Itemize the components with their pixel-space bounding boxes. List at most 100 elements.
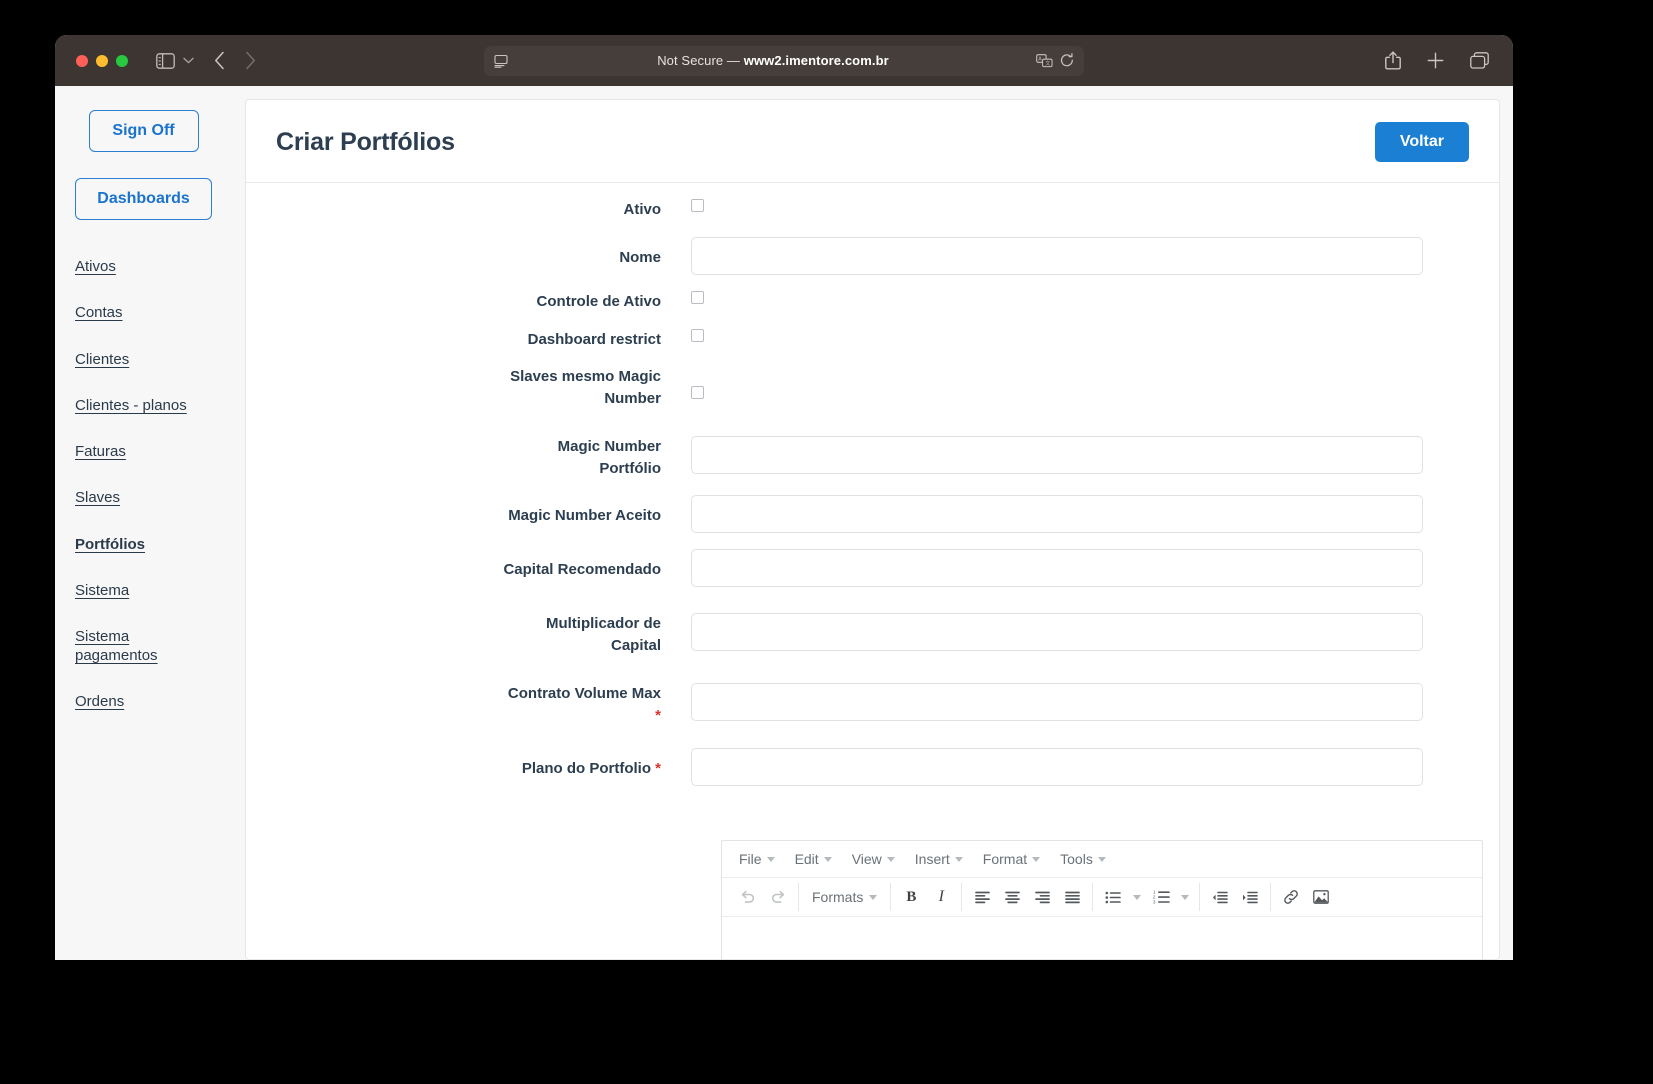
url-text: Not Secure — www2.imentore.com.br: [510, 53, 1036, 68]
editor-menu-tools[interactable]: Tools: [1051, 847, 1115, 871]
app-sidebar: Sign Off Dashboards Ativos Contas Client…: [55, 86, 232, 960]
editor-menu-file[interactable]: File: [730, 847, 784, 871]
sidebar-item-clientes-planos[interactable]: Clientes - planos: [75, 397, 212, 415]
form-row-plano-do-portfolio: Plano do Portfolio *: [246, 748, 1499, 787]
toolbar-group-style: B I: [891, 883, 963, 912]
checkbox-ativo[interactable]: [691, 199, 704, 212]
plus-icon[interactable]: [1427, 52, 1444, 69]
tab-overview-icon[interactable]: [1470, 52, 1489, 69]
address-bar[interactable]: Not Secure — www2.imentore.com.br A 文: [484, 45, 1084, 76]
bullet-list-dropdown[interactable]: [1128, 883, 1146, 911]
form-row-magic-number-aceito: Magic Number Aceito: [246, 495, 1499, 534]
bold-icon[interactable]: B: [896, 883, 926, 911]
bullet-list-icon[interactable]: [1098, 883, 1128, 911]
chevron-right-icon[interactable]: [245, 51, 256, 70]
link-icon[interactable]: [1276, 883, 1306, 911]
sidebar-item-clientes[interactable]: Clientes: [75, 351, 212, 369]
input-plano-do-portfolio[interactable]: [691, 748, 1423, 787]
outdent-icon[interactable]: [1205, 883, 1235, 911]
translate-icon[interactable]: A 文: [1036, 53, 1053, 68]
indent-icon[interactable]: [1235, 883, 1265, 911]
url-security-status: Not Secure —: [657, 53, 744, 68]
checkbox-dashboard-restrict[interactable]: [691, 328, 704, 342]
maximize-window-button[interactable]: [116, 54, 128, 67]
portfolio-form: Ativo Nome Controle de Ativo Dashboard r…: [246, 183, 1499, 959]
label-nome: Nome: [619, 248, 661, 266]
checkbox-slaves-mesmo-magic-number[interactable]: [691, 386, 704, 400]
dashboards-button[interactable]: Dashboards: [75, 178, 212, 220]
form-row-contrato-volume-max: Contrato Volume Max *: [246, 673, 1499, 727]
toolbar-group-history: [728, 883, 799, 912]
back-button[interactable]: Voltar: [1374, 122, 1469, 162]
editor-menu-format[interactable]: Format: [974, 847, 1049, 871]
form-row-magic-number-portfolio: Magic Number Portfólio: [246, 426, 1499, 480]
editor-menu-view[interactable]: View: [843, 847, 904, 871]
browser-titlebar: Not Secure — www2.imentore.com.br A 文: [55, 35, 1513, 86]
sidebar-item-sistema[interactable]: Sistema: [75, 582, 212, 600]
align-justify-icon[interactable]: [1057, 883, 1087, 911]
form-row-multiplicador-de-capital: Multiplicador de Capital: [246, 603, 1499, 657]
sidebar-item-faturas[interactable]: Faturas: [75, 443, 212, 461]
minimize-window-button[interactable]: [96, 54, 108, 67]
close-window-button[interactable]: [76, 54, 88, 67]
share-icon[interactable]: [1385, 51, 1401, 70]
sidebar-item-ativos[interactable]: Ativos: [75, 258, 212, 276]
image-icon[interactable]: [1306, 883, 1336, 911]
editor-menubar: File Edit View Insert Format Tools: [722, 841, 1482, 879]
label-magic-number-aceito: Magic Number Aceito: [508, 507, 661, 525]
form-row-dashboard-restrict: Dashboard restrict: [246, 328, 1499, 351]
input-magic-number-aceito[interactable]: [691, 495, 1423, 534]
numbered-list-icon[interactable]: 1 2 3: [1146, 883, 1176, 911]
formats-dropdown[interactable]: Formats: [804, 883, 885, 911]
input-nome[interactable]: [691, 236, 1423, 275]
italic-icon[interactable]: I: [926, 883, 956, 911]
sidebar-item-portfolios[interactable]: Portfólios: [75, 536, 212, 554]
main-content: Criar Portfólios Voltar Ativo Nome Contr…: [232, 86, 1513, 960]
input-multiplicador-de-capital[interactable]: [691, 613, 1423, 652]
chevron-left-icon[interactable]: [214, 51, 225, 70]
reload-icon[interactable]: [1060, 53, 1074, 68]
sidebar-item-sistema-pagamentos[interactable]: Sistema pagamentos: [75, 628, 212, 665]
chevron-down-icon: [1097, 856, 1106, 862]
toolbar-group-align: [962, 883, 1094, 912]
editor-toolbar: Formats B I 1 2 3: [722, 878, 1482, 918]
chevron-down-icon: [1032, 856, 1041, 862]
sidebar-item-ordens[interactable]: Ordens: [75, 693, 212, 711]
chevron-down-icon: [886, 856, 895, 862]
sidebar-nav: Ativos Contas Clientes Clientes - planos…: [75, 258, 212, 711]
undo-icon[interactable]: [733, 883, 763, 911]
label-slaves-mesmo-magic-number: Slaves mesmo Magic Number: [510, 368, 661, 407]
input-contrato-volume-max[interactable]: [691, 682, 1423, 721]
window-controls: [76, 54, 128, 67]
svg-text:A: A: [1038, 56, 1042, 62]
chevron-down-icon: [869, 894, 878, 900]
redo-icon[interactable]: [763, 883, 793, 911]
chevron-down-icon[interactable]: [183, 57, 194, 64]
toolbar-group-indent: [1200, 883, 1272, 912]
align-center-icon[interactable]: [997, 883, 1027, 911]
required-marker: *: [655, 760, 661, 778]
sidebar-item-contas[interactable]: Contas: [75, 304, 212, 322]
sidebar-item-slaves[interactable]: Slaves: [75, 489, 212, 507]
checkbox-controle-de-ativo[interactable]: [691, 290, 704, 304]
editor-menu-edit[interactable]: Edit: [786, 847, 841, 871]
form-row-ativo: Ativo: [246, 199, 1499, 221]
reader-view-icon[interactable]: [494, 54, 510, 68]
form-row-controle-de-ativo: Controle de Ativo: [246, 290, 1499, 313]
editor-menu-insert[interactable]: Insert: [906, 847, 972, 871]
editor-content-area[interactable]: [722, 917, 1482, 959]
input-capital-recomendado[interactable]: [691, 549, 1423, 588]
input-magic-number-portfolio[interactable]: [691, 435, 1423, 474]
align-right-icon[interactable]: [1027, 883, 1057, 911]
numbered-list-dropdown[interactable]: [1176, 883, 1194, 911]
sidebar-icon[interactable]: [156, 52, 175, 69]
chevron-down-icon: [766, 856, 775, 862]
page-viewport: Sign Off Dashboards Ativos Contas Client…: [55, 86, 1513, 960]
label-controle-de-ativo: Controle de Ativo: [536, 292, 661, 310]
toolbar-group-insert: [1271, 883, 1341, 911]
browser-window: Not Secure — www2.imentore.com.br A 文 Si…: [55, 35, 1513, 960]
label-dashboard-restrict: Dashboard restrict: [527, 330, 661, 348]
align-left-icon[interactable]: [967, 883, 997, 911]
label-contrato-volume-max: Contrato Volume Max *: [507, 684, 661, 724]
sign-off-button[interactable]: Sign Off: [88, 110, 199, 152]
